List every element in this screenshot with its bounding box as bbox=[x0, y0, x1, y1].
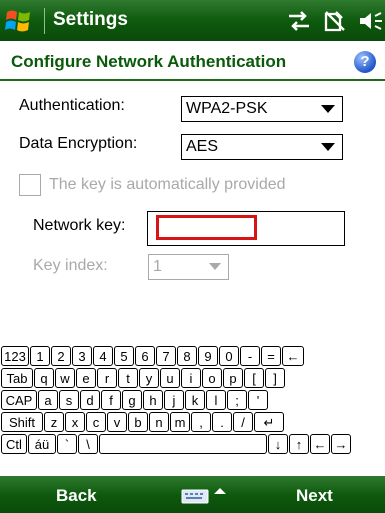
key-left-bracket[interactable]: [ bbox=[244, 368, 264, 388]
authentication-label: Authentication: bbox=[19, 97, 125, 114]
encryption-dropdown[interactable]: AES bbox=[181, 134, 343, 160]
key-c[interactable]: c bbox=[86, 412, 106, 432]
auto-key-label: The key is automatically provided bbox=[49, 176, 286, 193]
help-icon[interactable]: ? bbox=[354, 51, 376, 73]
arrow-right-key[interactable]: → bbox=[331, 434, 351, 454]
key-j[interactable]: j bbox=[164, 390, 184, 410]
encryption-label: Data Encryption: bbox=[19, 135, 138, 152]
header-divider bbox=[0, 79, 385, 81]
key-1[interactable]: 1 bbox=[30, 346, 50, 366]
key-q[interactable]: q bbox=[34, 368, 54, 388]
title-bar: Settings bbox=[0, 0, 385, 41]
key-9[interactable]: 9 bbox=[198, 346, 218, 366]
authentication-value: WPA2-PSK bbox=[186, 100, 268, 117]
key-caps[interactable]: CAP bbox=[1, 390, 37, 410]
key-backslash[interactable]: \ bbox=[78, 434, 98, 454]
on-screen-keyboard: 123 1 2 3 4 5 6 7 8 9 0 - = ← Tab q w e … bbox=[0, 346, 385, 476]
arrow-up-key[interactable]: ↑ bbox=[289, 434, 309, 454]
network-key-label: Network key: bbox=[33, 217, 126, 234]
key-i[interactable]: i bbox=[181, 368, 201, 388]
key-n[interactable]: n bbox=[149, 412, 169, 432]
key-y[interactable]: y bbox=[139, 368, 159, 388]
network-key-input[interactable] bbox=[156, 215, 257, 240]
key-3[interactable]: 3 bbox=[72, 346, 92, 366]
key-comma[interactable]: , bbox=[191, 412, 211, 432]
key-shift[interactable]: Shift bbox=[1, 412, 43, 432]
softkey-bar: Back Next bbox=[0, 476, 385, 513]
app-title: Settings bbox=[53, 9, 128, 30]
next-softkey[interactable]: Next bbox=[296, 486, 333, 506]
key-6[interactable]: 6 bbox=[135, 346, 155, 366]
key-g[interactable]: g bbox=[122, 390, 142, 410]
encryption-value: AES bbox=[186, 138, 219, 155]
key-minus[interactable]: - bbox=[240, 346, 260, 366]
key-b[interactable]: b bbox=[128, 412, 148, 432]
key-o[interactable]: o bbox=[202, 368, 222, 388]
key-u[interactable]: u bbox=[160, 368, 180, 388]
key-index-value: 1 bbox=[153, 258, 162, 275]
windows-start-icon[interactable] bbox=[4, 6, 34, 36]
key-right-bracket[interactable]: ] bbox=[265, 368, 285, 388]
key-m[interactable]: m bbox=[170, 412, 190, 432]
auto-key-checkbox[interactable] bbox=[19, 174, 41, 196]
key-period[interactable]: . bbox=[212, 412, 232, 432]
key-x[interactable]: x bbox=[65, 412, 85, 432]
status-icons[interactable] bbox=[286, 8, 384, 34]
key-0[interactable]: 0 bbox=[219, 346, 239, 366]
key-index-label: Key index: bbox=[33, 257, 108, 274]
key-7[interactable]: 7 bbox=[156, 346, 176, 366]
key-equals[interactable]: = bbox=[261, 346, 281, 366]
key-4[interactable]: 4 bbox=[93, 346, 113, 366]
key-v[interactable]: v bbox=[107, 412, 127, 432]
key-a[interactable]: a bbox=[38, 390, 58, 410]
key-s[interactable]: s bbox=[59, 390, 79, 410]
page-title: Configure Network Authentication bbox=[11, 52, 287, 71]
page-header: Configure Network Authentication ? bbox=[0, 41, 385, 81]
key-123[interactable]: 123 bbox=[1, 346, 29, 366]
arrow-left-key[interactable]: ← bbox=[310, 434, 330, 454]
key-t[interactable]: t bbox=[118, 368, 138, 388]
network-key-field[interactable] bbox=[147, 211, 345, 246]
key-f[interactable]: f bbox=[101, 390, 121, 410]
key-quote[interactable]: ' bbox=[248, 390, 268, 410]
title-separator bbox=[44, 8, 45, 34]
enter-key[interactable]: ↵ bbox=[254, 412, 284, 432]
key-l[interactable]: l bbox=[206, 390, 226, 410]
key-d[interactable]: d bbox=[80, 390, 100, 410]
back-softkey[interactable]: Back bbox=[56, 486, 97, 506]
key-e[interactable]: e bbox=[76, 368, 96, 388]
key-tab[interactable]: Tab bbox=[1, 368, 33, 388]
key-index-dropdown[interactable]: 1 bbox=[148, 254, 229, 280]
key-z[interactable]: z bbox=[44, 412, 64, 432]
key-ctrl[interactable]: Ctl bbox=[1, 434, 27, 454]
connectivity-icon[interactable] bbox=[286, 8, 312, 34]
key-h[interactable]: h bbox=[143, 390, 163, 410]
chevron-down-icon bbox=[321, 143, 335, 151]
key-8[interactable]: 8 bbox=[177, 346, 197, 366]
sync-icon[interactable] bbox=[322, 8, 348, 34]
key-r[interactable]: r bbox=[97, 368, 117, 388]
authentication-dropdown[interactable]: WPA2-PSK bbox=[181, 96, 343, 122]
keyboard-icon[interactable] bbox=[180, 484, 230, 506]
key-slash[interactable]: / bbox=[233, 412, 253, 432]
key-k[interactable]: k bbox=[185, 390, 205, 410]
arrow-down-key[interactable]: ↓ bbox=[268, 434, 288, 454]
chevron-down-icon bbox=[321, 105, 335, 113]
key-backtick[interactable]: ` bbox=[57, 434, 77, 454]
volume-icon[interactable] bbox=[358, 8, 384, 34]
key-2[interactable]: 2 bbox=[51, 346, 71, 366]
backspace-key[interactable]: ← bbox=[282, 346, 304, 366]
chevron-down-icon bbox=[209, 263, 221, 270]
key-w[interactable]: w bbox=[55, 368, 75, 388]
key-p[interactable]: p bbox=[223, 368, 243, 388]
key-5[interactable]: 5 bbox=[114, 346, 134, 366]
key-semicolon[interactable]: ; bbox=[227, 390, 247, 410]
key-intl[interactable]: áü bbox=[28, 434, 56, 454]
space-key[interactable] bbox=[99, 434, 267, 454]
